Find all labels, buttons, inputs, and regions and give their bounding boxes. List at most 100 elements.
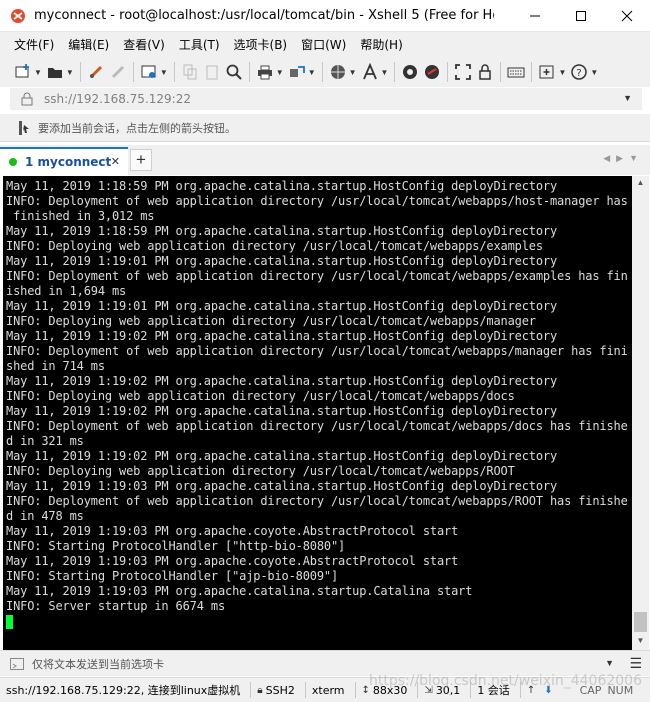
- menu-tools[interactable]: 工具(T): [179, 36, 220, 53]
- toolbar-divider: [173, 62, 175, 82]
- terminal-line: May 11, 2019 1:19:02 PM org.apache.catal…: [6, 449, 558, 463]
- terminal-line: May 11, 2019 1:18:59 PM org.apache.catal…: [6, 179, 558, 193]
- printer-icon: [257, 65, 272, 80]
- terminal-line: INFO: Deploying web application director…: [6, 464, 515, 478]
- copy-icon: [183, 64, 197, 80]
- terminal-line: INFO: Starting ProtocolHandler ["ajp-bio…: [6, 569, 339, 583]
- address-bar[interactable]: ssh://192.168.75.129:22 ▼: [10, 88, 642, 110]
- plug-icon: [89, 65, 102, 79]
- terminal-output[interactable]: May 11, 2019 1:18:59 PM org.apache.catal…: [3, 176, 632, 650]
- help-button[interactable]: ? ▼: [570, 61, 598, 83]
- menu-help[interactable]: 帮助(H): [360, 36, 402, 53]
- xftp-button[interactable]: [401, 61, 419, 83]
- terminal-line: May 11, 2019 1:19:01 PM org.apache.catal…: [6, 299, 558, 313]
- status-sessions: 1 会话: [477, 684, 510, 697]
- menu-edit[interactable]: 编辑(E): [68, 36, 109, 53]
- compose-bar[interactable]: 仅将文本发送到当前选项卡 ▼ ☰: [0, 650, 650, 676]
- toolbar-divider: [500, 62, 502, 82]
- status-divider: [417, 682, 419, 698]
- paste-button[interactable]: [203, 61, 221, 83]
- status-position: ⇲ 30,1: [424, 684, 460, 697]
- folder-icon: [47, 68, 62, 78]
- status-size: ↕ 88x30: [362, 684, 408, 697]
- chevron-down-icon: ▼: [159, 67, 168, 77]
- xmanager-button[interactable]: [423, 61, 441, 83]
- lock-button[interactable]: [476, 61, 494, 83]
- chevron-down-icon[interactable]: ▼: [623, 93, 632, 103]
- menu-icon[interactable]: ☰: [629, 655, 642, 672]
- transfer-icon: [289, 66, 305, 77]
- fullscreen-button[interactable]: [454, 61, 472, 83]
- status-caps: CAP: [579, 683, 602, 697]
- toolbar-divider: [531, 62, 533, 82]
- download-icon: ⬇: [544, 684, 553, 696]
- compose-input[interactable]: 仅将文本发送到当前选项卡: [32, 656, 164, 672]
- tab-myconnect[interactable]: 1 myconnect ✕: [0, 147, 128, 175]
- print-button[interactable]: ▼: [256, 61, 284, 83]
- globe-icon: [330, 65, 345, 79]
- status-position-label: 30,1: [435, 683, 461, 697]
- terminal-line: INFO: Starting ProtocolHandler ["http-bi…: [6, 539, 346, 553]
- add-tab-button[interactable]: ▼: [538, 61, 566, 83]
- connect-button[interactable]: [87, 61, 105, 83]
- disconnect-button[interactable]: [109, 61, 127, 83]
- status-divider: [304, 682, 306, 698]
- transfer-button[interactable]: ▼: [288, 61, 316, 83]
- encoding-button[interactable]: ▼: [329, 61, 357, 83]
- terminal-line: May 11, 2019 1:19:03 PM org.apache.catal…: [6, 584, 473, 598]
- terminal-line: ished in 1,694 ms: [6, 284, 127, 298]
- close-button[interactable]: [604, 0, 650, 31]
- status-divider: [250, 682, 252, 698]
- scroll-up-icon[interactable]: ▲: [632, 178, 649, 190]
- copy-button[interactable]: [181, 61, 199, 83]
- minimize-icon: [530, 15, 540, 16]
- tab-bar: 1 myconnect ✕ + ◀▶▼: [0, 145, 650, 175]
- font-button[interactable]: ▼: [361, 61, 389, 83]
- new-tab-button[interactable]: +: [130, 149, 152, 171]
- chevron-down-icon: ▼: [380, 67, 389, 77]
- find-button[interactable]: [225, 61, 243, 83]
- terminal-line: d in 478 ms: [6, 509, 84, 523]
- status-protocol-label: SSH2: [265, 683, 295, 697]
- terminal-line: May 11, 2019 1:19:02 PM org.apache.catal…: [6, 404, 558, 418]
- address-input[interactable]: ssh://192.168.75.129:22: [44, 92, 191, 106]
- toolbar-divider: [79, 62, 81, 82]
- status-download: ⬇: [544, 685, 555, 696]
- status-connection: ssh://192.168.75.129:22, 连接到linux虚拟机: [6, 684, 241, 697]
- new-session-button[interactable]: ▼: [14, 61, 42, 83]
- terminal-cursor: [6, 615, 13, 629]
- keyboard-button[interactable]: [507, 61, 525, 83]
- toolbar-divider: [132, 62, 134, 82]
- fullscreen-icon: [455, 64, 472, 80]
- tab-navigation[interactable]: ◀▶▼: [603, 153, 644, 164]
- menu-view[interactable]: 查看(V): [123, 36, 165, 53]
- status-num: NUM: [607, 683, 634, 697]
- chevron-down-icon[interactable]: ▼: [605, 658, 614, 668]
- terminal-line: May 11, 2019 1:19:03 PM org.apache.coyot…: [6, 524, 459, 538]
- terminal-scrollbar[interactable]: ▲ ▼: [632, 176, 649, 650]
- xftp-icon: [403, 65, 418, 79]
- terminal-line: INFO: Deploying web application director…: [6, 239, 543, 253]
- menu-file[interactable]: 文件(F): [14, 36, 54, 53]
- add-session-icon[interactable]: [18, 120, 32, 136]
- minimize-button[interactable]: [512, 0, 558, 31]
- scroll-down-icon[interactable]: ▼: [632, 636, 649, 648]
- chevron-down-icon: ▼: [275, 67, 284, 77]
- terminal-line: May 11, 2019 1:19:01 PM org.apache.catal…: [6, 254, 558, 268]
- maximize-icon: [576, 10, 586, 21]
- tab-close-icon[interactable]: ✕: [111, 155, 120, 168]
- scroll-thumb[interactable]: [634, 612, 647, 632]
- properties-button[interactable]: ▼: [140, 61, 168, 83]
- maximize-button[interactable]: [558, 0, 604, 31]
- terminal-line: INFO: Deploying web application director…: [6, 389, 515, 403]
- svg-text:?: ?: [577, 68, 582, 79]
- menu-window[interactable]: 窗口(W): [301, 36, 346, 53]
- terminal-line: INFO: Server startup in 6674 ms: [6, 599, 226, 613]
- menu-tab[interactable]: 选项卡(B): [234, 36, 288, 53]
- tab-label: 1 myconnect: [25, 155, 112, 169]
- terminal-line: May 11, 2019 1:19:02 PM org.apache.catal…: [6, 329, 558, 343]
- font-icon: [362, 63, 377, 80]
- open-button[interactable]: ▼: [46, 61, 74, 83]
- status-bar: ssh://192.168.75.129:22, 连接到linux虚拟机 🔒︎ S…: [0, 677, 650, 702]
- terminal-line: shed in 714 ms: [6, 359, 105, 373]
